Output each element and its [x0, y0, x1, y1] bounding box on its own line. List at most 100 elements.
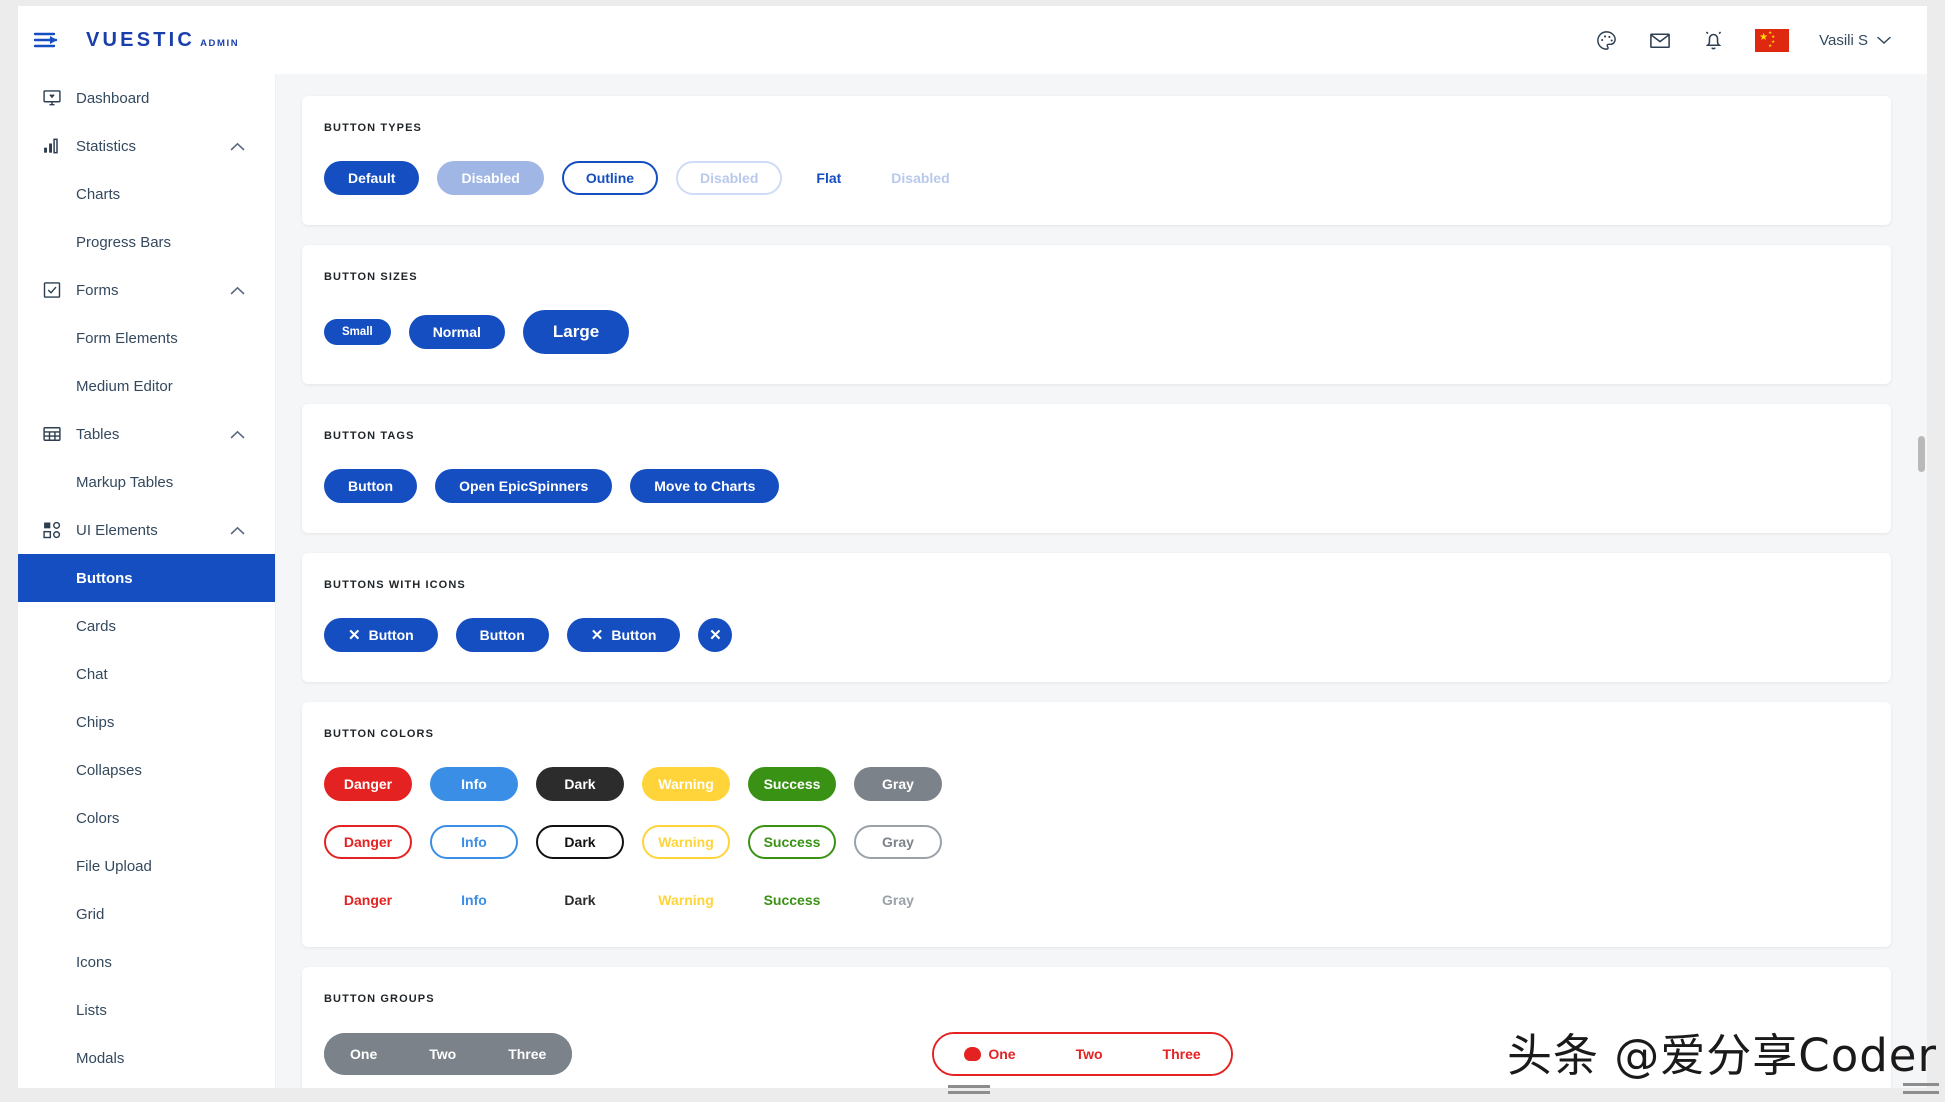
sidebar: Dashboard Statistics Charts Progress Bar…: [18, 74, 276, 1096]
group-button-one[interactable]: One: [324, 1033, 404, 1075]
flag-star-large: ★: [1759, 31, 1769, 43]
success-outline-button[interactable]: Success: [748, 825, 836, 859]
sidebar-item-form-elements[interactable]: Form Elements: [18, 314, 275, 362]
sidebar-item-dashboard[interactable]: Dashboard: [18, 74, 275, 122]
outline-button[interactable]: Outline: [561, 161, 659, 195]
sidebar-item-label: Modals: [76, 1049, 125, 1067]
chevron-up-icon[interactable]: [230, 426, 245, 443]
sidebar-item-chat[interactable]: Chat: [18, 650, 275, 698]
info-outline-button[interactable]: Info: [430, 825, 518, 859]
move-to-charts-button[interactable]: Move to Charts: [630, 469, 780, 503]
sidebar-item-label: Chips: [76, 713, 115, 731]
button-group-danger-outline: One Two Three: [932, 1032, 1233, 1076]
plain-button[interactable]: Button: [455, 618, 549, 652]
sidebar-item-markup-tables[interactable]: Markup Tables: [18, 458, 275, 506]
sidebar-item-ui-elements[interactable]: UI Elements: [18, 506, 275, 554]
sidebar-item-charts[interactable]: Charts: [18, 170, 275, 218]
button-label: Button: [611, 627, 657, 643]
sidebar-item-colors[interactable]: Colors: [18, 794, 275, 842]
mail-icon[interactable]: [1648, 29, 1672, 52]
normal-button[interactable]: Normal: [408, 315, 505, 349]
sidebar-item-label: File Upload: [76, 857, 152, 875]
group-button-three[interactable]: Three: [482, 1033, 573, 1075]
sidebar-item-progress-bars[interactable]: Progress Bars: [18, 218, 275, 266]
sidebar-item-collapses[interactable]: Collapses: [18, 746, 275, 794]
horizontal-scroll-handle-2[interactable]: [948, 1085, 990, 1088]
sidebar-item-icons[interactable]: Icons: [18, 938, 275, 986]
vertical-scrollbar-thumb[interactable]: [1918, 436, 1925, 472]
sidebar-item-lists[interactable]: Lists: [18, 986, 275, 1034]
info-flat-button[interactable]: Info: [437, 883, 511, 917]
icon-left-button-2[interactable]: ✕ Button: [566, 618, 681, 652]
card-title: BUTTON TAGS: [324, 430, 415, 442]
sidebar-item-label: Dashboard: [76, 89, 150, 107]
sidebar-item-buttons[interactable]: Buttons: [18, 554, 275, 602]
warning-flat-button[interactable]: Warning: [634, 883, 737, 917]
sidebar-item-statistics[interactable]: Statistics: [18, 122, 275, 170]
default-button[interactable]: Default: [324, 161, 420, 195]
dark-flat-button[interactable]: Dark: [540, 883, 619, 917]
sidebar-item-label: Grid: [76, 905, 105, 923]
button-tags-row: Button Open EpicSpinners Move to Charts: [324, 469, 1869, 503]
warning-button[interactable]: Warning: [642, 767, 730, 801]
info-button[interactable]: Info: [430, 767, 518, 801]
sidebar-item-modals[interactable]: Modals: [18, 1034, 275, 1082]
flag-star-small: ★: [1768, 42, 1773, 48]
large-button[interactable]: Large: [522, 310, 630, 354]
forms-icon: [42, 280, 68, 300]
close-icon: ✕: [590, 626, 604, 644]
sidebar-item-forms[interactable]: Forms: [18, 266, 275, 314]
flat-button[interactable]: Flat: [800, 161, 857, 195]
gray-outline-button[interactable]: Gray: [854, 825, 942, 859]
sidebar-item-tables[interactable]: Tables: [18, 410, 275, 458]
china-flag[interactable]: ★ ★ ★ ★ ★: [1755, 28, 1790, 52]
open-epicspinners-button[interactable]: Open EpicSpinners: [435, 469, 613, 503]
chevron-up-icon[interactable]: [230, 282, 245, 299]
app-root: VUESTIC ADMIN ★ ★ ★ ★ ★ Vasili S Dashboa…: [0, 0, 1945, 1102]
danger-outline-button[interactable]: Danger: [324, 825, 412, 859]
tables-icon: [42, 424, 68, 444]
scroll-corner-handle[interactable]: [1903, 1091, 1939, 1094]
brand-logo[interactable]: VUESTIC ADMIN: [86, 29, 239, 52]
icon-only-close-button[interactable]: ✕: [698, 618, 733, 652]
brand-subtitle: ADMIN: [200, 37, 240, 49]
icon-left-button[interactable]: ✕ Button: [324, 618, 438, 652]
button-label: Button: [368, 627, 414, 643]
gray-button[interactable]: Gray: [854, 767, 942, 801]
success-flat-button[interactable]: Success: [740, 883, 845, 917]
danger-button[interactable]: Danger: [324, 767, 412, 801]
chevron-up-icon[interactable]: [230, 138, 245, 155]
group-button-two-outline[interactable]: Two: [1045, 1034, 1133, 1074]
warning-outline-button[interactable]: Warning: [642, 825, 730, 859]
sidebar-item-medium-editor[interactable]: Medium Editor: [18, 362, 275, 410]
chevron-up-icon[interactable]: [230, 522, 245, 539]
bell-icon[interactable]: [1702, 28, 1725, 52]
palette-icon[interactable]: [1595, 29, 1618, 52]
group-button-one-outline[interactable]: One: [934, 1034, 1046, 1074]
hamburger-arrow-icon[interactable]: [34, 27, 64, 53]
button-colors-solid-row: Danger Info Dark Warning Success Gray: [324, 767, 1869, 801]
group-button-two[interactable]: Two: [403, 1033, 483, 1075]
sidebar-item-grid[interactable]: Grid: [18, 890, 275, 938]
success-button[interactable]: Success: [748, 767, 836, 801]
sidebar-item-label: UI Elements: [76, 521, 158, 539]
dark-button[interactable]: Dark: [536, 767, 624, 801]
watermark-text: 头条 @爱分享Coder: [1506, 1029, 1937, 1082]
brand-name: VUESTIC: [86, 28, 196, 51]
group-button-three-outline[interactable]: Three: [1132, 1034, 1231, 1074]
small-button[interactable]: Small: [324, 319, 391, 345]
scroll-corner-handle-2[interactable]: [1903, 1083, 1939, 1086]
sidebar-item-chips[interactable]: Chips: [18, 698, 275, 746]
dark-outline-button[interactable]: Dark: [536, 825, 624, 859]
close-icon: ✕: [709, 626, 722, 644]
chevron-down-icon: [1877, 36, 1891, 44]
gray-flat-button[interactable]: Gray: [858, 883, 938, 917]
user-name: Vasili S: [1819, 31, 1868, 49]
sidebar-item-label: Forms: [76, 281, 119, 299]
sidebar-item-cards[interactable]: Cards: [18, 602, 275, 650]
user-menu[interactable]: Vasili S: [1819, 32, 1891, 49]
tag-button[interactable]: Button: [324, 469, 418, 503]
horizontal-scroll-handle[interactable]: [948, 1091, 990, 1094]
sidebar-item-file-upload[interactable]: File Upload: [18, 842, 275, 890]
danger-flat-button[interactable]: Danger: [320, 883, 416, 917]
